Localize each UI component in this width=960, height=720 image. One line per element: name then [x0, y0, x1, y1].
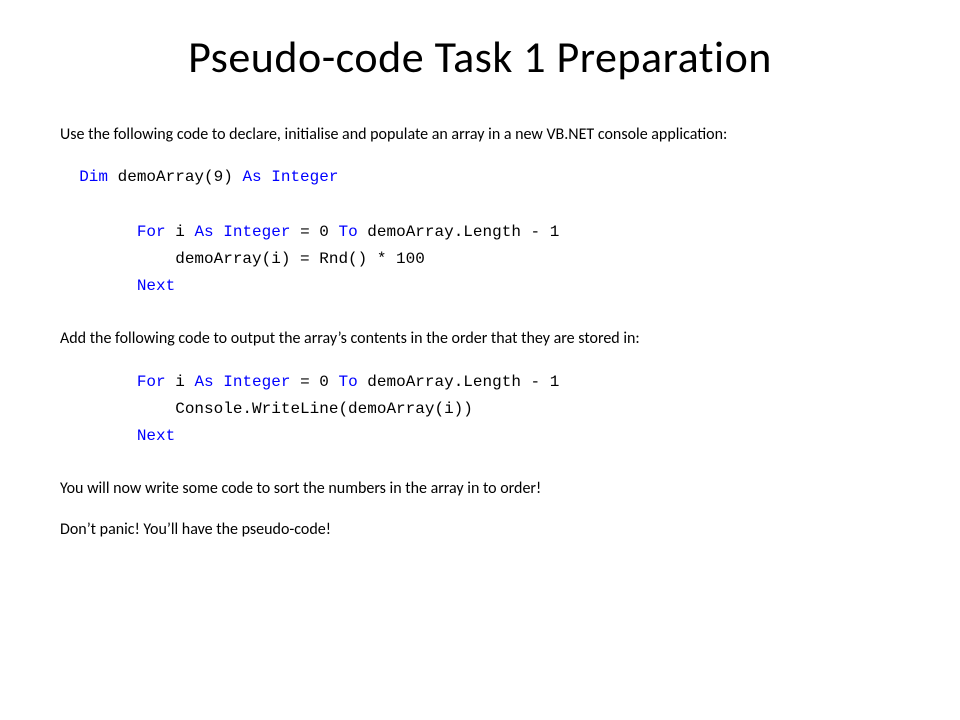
keyword-as: As	[194, 373, 213, 391]
code-text	[60, 373, 137, 391]
code-text: demoArray.Length - 1	[358, 223, 560, 241]
keyword-integer: Integer	[271, 168, 338, 186]
keyword-as: As	[194, 223, 213, 241]
keyword-to: To	[338, 223, 357, 241]
code-text: demoArray(9)	[108, 168, 242, 186]
code-text	[60, 277, 137, 295]
keyword-next: Next	[137, 277, 175, 295]
code-text: Console.WriteLine(demoArray(i))	[60, 400, 473, 418]
slide-container: Pseudo-code Task 1 Preparation Use the f…	[0, 0, 960, 599]
keyword-next: Next	[137, 427, 175, 445]
slide-title: Pseudo-code Task 1 Preparation	[60, 30, 900, 84]
code-text	[60, 427, 137, 445]
keyword-to: To	[338, 373, 357, 391]
code-text	[60, 168, 79, 186]
paragraph-intro: Use the following code to declare, initi…	[60, 124, 900, 146]
keyword-integer: Integer	[223, 223, 290, 241]
keyword-for: For	[137, 223, 166, 241]
code-block-1: Dim demoArray(9) As Integer For i As Int…	[60, 164, 900, 300]
paragraph-output: Add the following code to output the arr…	[60, 328, 900, 350]
paragraph-task: You will now write some code to sort the…	[60, 478, 900, 500]
code-text: i	[166, 373, 195, 391]
code-block-2: For i As Integer = 0 To demoArray.Length…	[60, 369, 900, 451]
code-text: demoArray.Length - 1	[358, 373, 560, 391]
keyword-for: For	[137, 373, 166, 391]
keyword-as: As	[242, 168, 261, 186]
code-text: demoArray(i) = Rnd() * 100	[60, 250, 425, 268]
code-text: = 0	[290, 373, 338, 391]
code-text	[262, 168, 272, 186]
paragraph-reassure: Don’t panic! You’ll have the pseudo-code…	[60, 519, 900, 541]
keyword-dim: Dim	[79, 168, 108, 186]
code-text	[214, 223, 224, 241]
code-text: = 0	[290, 223, 338, 241]
keyword-integer: Integer	[223, 373, 290, 391]
code-text: i	[166, 223, 195, 241]
code-text	[60, 223, 137, 241]
code-text	[214, 373, 224, 391]
